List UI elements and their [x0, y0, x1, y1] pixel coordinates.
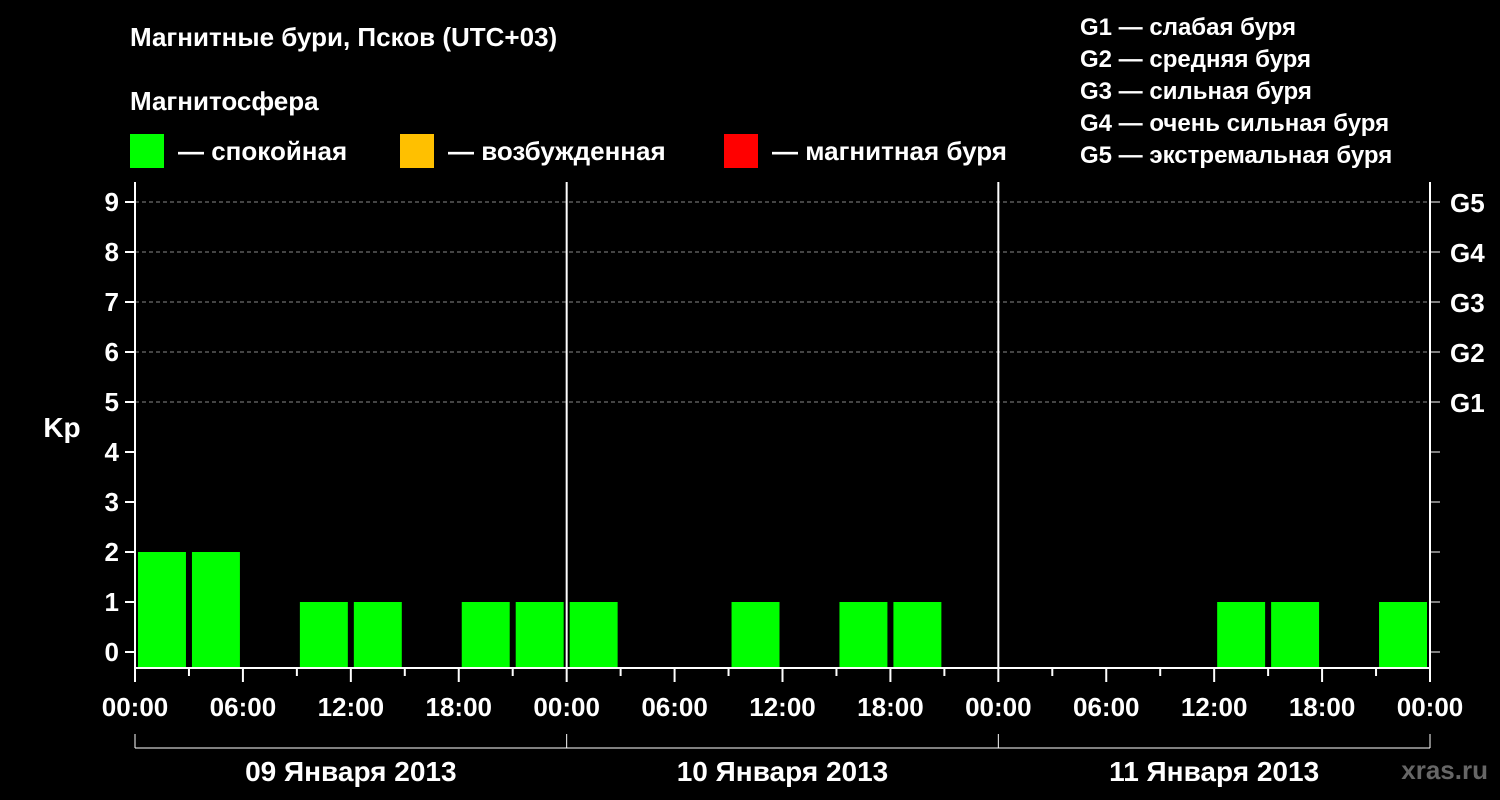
kp-bar: [191, 552, 240, 668]
y-tick-label: 4: [105, 437, 120, 467]
g-tick-label: G4: [1450, 238, 1485, 268]
x-tick-label: 06:00: [1073, 692, 1140, 722]
kp-bar: [461, 602, 510, 668]
kp-bar: [1271, 602, 1320, 668]
y-tick-label: 6: [105, 337, 119, 367]
y-tick-label: 0: [105, 637, 119, 667]
kp-bar: [299, 602, 348, 668]
x-tick-label: 00:00: [965, 692, 1032, 722]
g-tick-label: G2: [1450, 338, 1485, 368]
g-tick-label: G3: [1450, 288, 1485, 318]
kp-bar: [515, 602, 564, 668]
y-tick-label: 5: [105, 387, 119, 417]
kp-bar: [569, 602, 618, 668]
x-tick-label: 00:00: [102, 692, 169, 722]
kp-bar: [893, 602, 942, 668]
x-tick-label: 12:00: [1181, 692, 1248, 722]
x-tick-label: 06:00: [641, 692, 708, 722]
g-tick-label: G1: [1450, 388, 1485, 418]
x-tick-label: 00:00: [1397, 692, 1464, 722]
x-tick-label: 18:00: [426, 692, 493, 722]
y-tick-label: 7: [105, 287, 119, 317]
y-tick-label: 3: [105, 487, 119, 517]
x-tick-label: 12:00: [318, 692, 385, 722]
y-tick-label: 1: [105, 587, 119, 617]
y-tick-label: 8: [105, 237, 119, 267]
day-label: 11 Января 2013: [1109, 756, 1319, 787]
kp-bar: [731, 602, 780, 668]
x-tick-label: 00:00: [533, 692, 600, 722]
day-label: 09 Января 2013: [245, 756, 457, 787]
y-tick-label: 2: [105, 537, 119, 567]
kp-bar: [353, 602, 402, 668]
y-tick-label: 9: [105, 187, 119, 217]
x-tick-label: 18:00: [857, 692, 924, 722]
kp-bar: [839, 602, 888, 668]
kp-bar: [138, 552, 186, 668]
x-tick-label: 18:00: [1289, 692, 1356, 722]
y-axis-label: Kp: [43, 412, 80, 443]
watermark: xras.ru: [1401, 755, 1488, 785]
x-tick-label: 12:00: [749, 692, 816, 722]
kp-bar: [1217, 602, 1266, 668]
x-tick-label: 06:00: [210, 692, 277, 722]
g-tick-label: G5: [1450, 188, 1485, 218]
kp-bar: [1379, 602, 1427, 668]
day-label: 10 Января 2013: [677, 756, 889, 787]
kp-chart: 0 1 2 3 4 5 6 7 8 9 Kp G1 G2 G3 G4 G5 00:00 06:00 12:00 18:…: [43, 182, 1485, 787]
